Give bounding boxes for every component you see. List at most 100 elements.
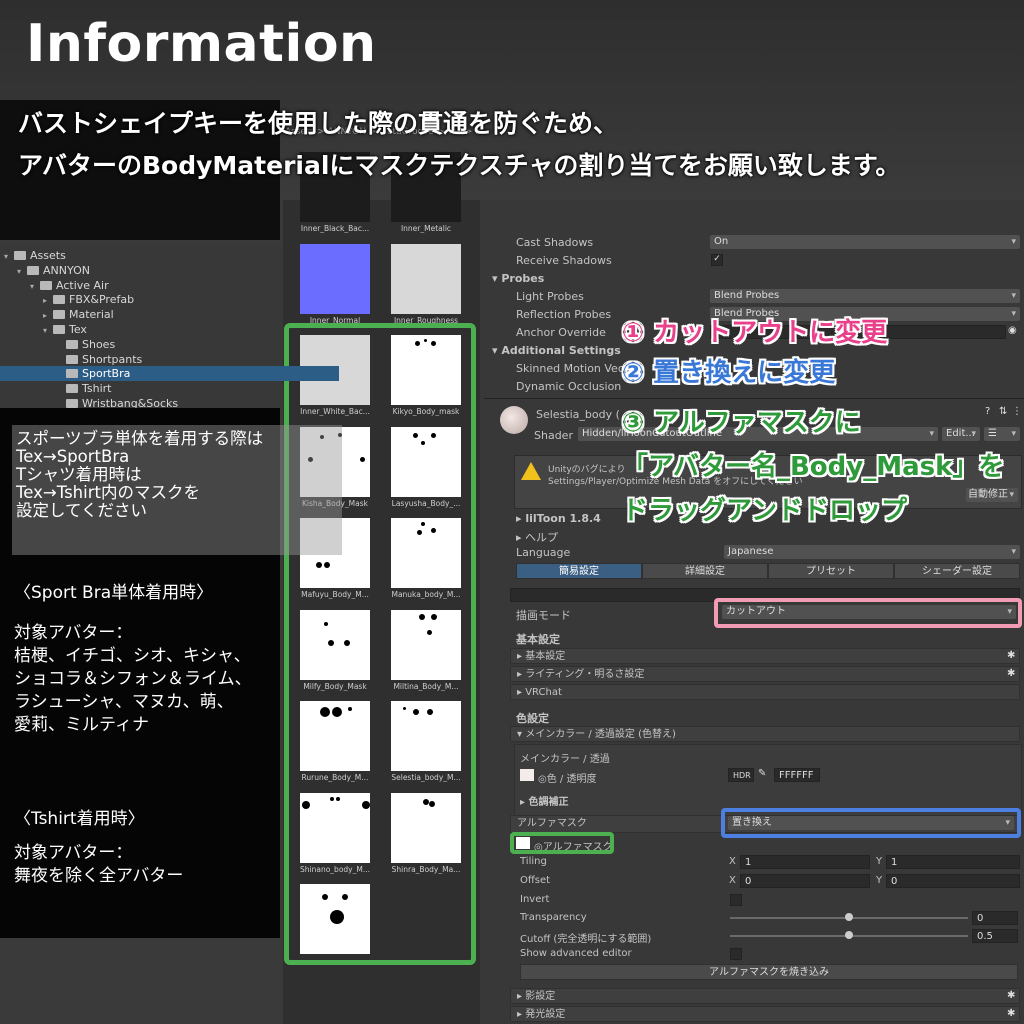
liltoon-foldout[interactable]: ▸ lilToon 1.8.4 <box>516 512 601 525</box>
section-lighting[interactable]: ▸ ライティング・明るさ設定 <box>510 666 1020 682</box>
tree-item[interactable]: SportBra <box>0 366 339 382</box>
tree-item[interactable]: Shoes <box>0 337 339 352</box>
additional-settings-foldout[interactable]: ▾ Additional Settings <box>492 344 621 357</box>
chevron-down-icon[interactable]: ▾ <box>30 279 40 294</box>
tab-preset[interactable]: プリセット <box>768 563 894 579</box>
offset-y-field[interactable]: 0 <box>886 874 1020 888</box>
eyedropper-icon[interactable]: ✎ <box>758 768 766 779</box>
folder-icon <box>66 339 78 349</box>
tree-item[interactable]: ▾ Tex <box>0 322 326 337</box>
render-mode-highlight <box>714 598 1022 628</box>
section-main-color-label: メインカラー / 透過設定 (色替え) <box>525 729 676 740</box>
headline-line2: アバターのBodyMaterialにマスクテクスチャの割り当てをお願い致します。 <box>18 151 901 180</box>
callout-step3c: ドラッグアンドドロップ <box>622 496 907 526</box>
basic-header: 基本設定 <box>516 633 560 646</box>
offset-x-field[interactable]: 0 <box>740 874 870 888</box>
tiling-y-field[interactable]: 1 <box>886 855 1020 869</box>
color-adjust-foldout[interactable]: ▸ 色調補正 <box>520 793 569 808</box>
tab-shader-settings[interactable]: シェーダー設定 <box>894 563 1020 579</box>
tree-item[interactable]: ▸ FBX&Prefab <box>0 292 326 307</box>
gear-icon[interactable]: ✱ <box>1007 1008 1015 1019</box>
tree-item[interactable]: Tshirt <box>0 381 339 396</box>
chevron-right-icon[interactable]: ▸ <box>43 293 53 308</box>
tree-item-label: Assets <box>30 249 66 262</box>
anchor-override-label: Anchor Override <box>516 326 606 339</box>
liltoon-label: lilToon 1.8.4 <box>525 512 601 525</box>
folder-icon <box>66 369 78 379</box>
tree-item[interactable]: ▾ Assets <box>0 248 287 263</box>
auto-fix-button[interactable]: 自動修正 <box>966 488 1018 502</box>
folder-icon <box>27 265 39 275</box>
tree-item[interactable]: ▸ Material <box>0 307 326 322</box>
tree-item[interactable]: ▾ ANNYON <box>0 263 300 278</box>
tiling-x-field[interactable]: 1 <box>740 855 870 869</box>
transparency-field[interactable]: 0 <box>972 911 1018 925</box>
tree-item[interactable]: Shortpants <box>0 352 339 367</box>
cutoff-slider-handle[interactable] <box>845 931 853 939</box>
thumbnail-label: Inner_Metalic <box>400 224 452 233</box>
cast-shadows-dropdown[interactable]: On <box>710 235 1020 249</box>
tree-item[interactable]: ▾ Active Air <box>0 278 313 293</box>
divider <box>484 398 1024 399</box>
section-basic[interactable]: ▸ 基本設定 <box>510 648 1020 664</box>
hdr-badge[interactable]: HDR <box>728 768 754 782</box>
reflection-probes-label: Reflection Probes <box>516 308 612 321</box>
light-probes-dropdown[interactable]: Blend Probes <box>710 289 1020 303</box>
cutoff-field[interactable]: 0.5 <box>972 929 1018 943</box>
help-label: ヘルプ <box>525 531 559 544</box>
tree-item-label: Tex <box>69 323 87 336</box>
tiling-y-label: Y <box>876 856 883 867</box>
tree-item-label: Material <box>69 308 114 322</box>
sportbra-heading: 〈Sport Bra単体着用時〉 <box>14 583 214 603</box>
sportbra-body: 対象アバター： 桔梗、イチゴ、シオ、キシャ、 ショコラ＆シフォン＆ライム、 ラシ… <box>14 623 252 735</box>
receive-shadows-label: Receive Shadows <box>516 254 612 267</box>
gear-icon[interactable]: ✱ <box>1007 668 1015 679</box>
section-emission-label: 発光設定 <box>525 1009 566 1020</box>
alpha-mask-texture-highlight <box>510 832 614 854</box>
folder-icon <box>40 280 52 290</box>
section-main-color[interactable]: ▾ メインカラー / 透過設定 (色替え) <box>510 726 1020 742</box>
additional-settings-label: Additional Settings <box>501 344 621 357</box>
section-shadow[interactable]: ▸ 影設定 <box>510 988 1020 1004</box>
help-icon[interactable]: ? <box>985 406 990 417</box>
preset-icon[interactable]: ⇅ <box>999 406 1007 417</box>
alpha-mask-label: アルファマスク <box>517 818 587 829</box>
section-vrchat[interactable]: ▸ VRChat <box>510 684 1020 700</box>
color-swatch-thumb[interactable] <box>520 769 534 781</box>
transparency-slider-handle[interactable] <box>845 913 853 921</box>
texture-thumbnail[interactable] <box>391 243 461 314</box>
show-advanced-checkbox[interactable] <box>730 948 742 960</box>
tiling-x-label: X <box>729 856 736 867</box>
chevron-down-icon[interactable]: ▾ <box>43 323 53 338</box>
more-icon[interactable]: ⋮ <box>1012 406 1022 417</box>
light-probes-label: Light Probes <box>516 290 584 303</box>
chevron-right-icon[interactable]: ▸ <box>43 308 53 323</box>
tab-simple[interactable]: 簡易設定 <box>516 563 642 579</box>
help-foldout[interactable]: ▸ ヘルプ <box>516 529 558 545</box>
tab-advanced[interactable]: 詳細設定 <box>642 563 768 579</box>
language-dropdown[interactable]: Japanese <box>724 545 1020 559</box>
tree-item-label: Shortpants <box>82 352 143 366</box>
color-hex-field[interactable]: FFFFFF <box>774 768 820 782</box>
callout-step3a: ③ アルファマスクに <box>622 408 861 438</box>
chevron-down-icon[interactable]: ▾ <box>17 264 27 279</box>
bake-alpha-mask-button[interactable]: アルファマスクを焼き込み <box>520 964 1018 980</box>
offset-label: Offset <box>520 875 551 886</box>
tshirt-body: 対象アバター： 舞夜を除く全アバター <box>14 843 184 886</box>
callout-step3b: 「アバター名_Body_Mask」を <box>622 452 1005 482</box>
gear-icon[interactable]: ✱ <box>1007 990 1015 1001</box>
shader-menu-button[interactable]: ☰ <box>984 427 1020 441</box>
color-alpha-label: ◎色 / 透明度 <box>538 774 597 785</box>
object-picker-icon[interactable]: ◉ <box>1008 325 1017 336</box>
tshirt-heading: 〈Tshirt着用時〉 <box>14 809 145 829</box>
section-emission[interactable]: ▸ 発光設定 <box>510 1006 1020 1022</box>
tree-item-label: Shoes <box>82 337 116 351</box>
shader-edit-button[interactable]: Edit... <box>942 427 980 441</box>
folder-icon <box>53 325 65 334</box>
callout-step1: ① カットアウトに変更 <box>622 318 888 348</box>
invert-checkbox[interactable] <box>730 894 742 906</box>
chevron-down-icon[interactable]: ▾ <box>4 249 14 264</box>
probes-foldout[interactable]: ▾ Probes <box>492 272 544 285</box>
receive-shadows-checkbox[interactable]: ✓ <box>711 254 723 266</box>
gear-icon[interactable]: ✱ <box>1007 650 1015 661</box>
